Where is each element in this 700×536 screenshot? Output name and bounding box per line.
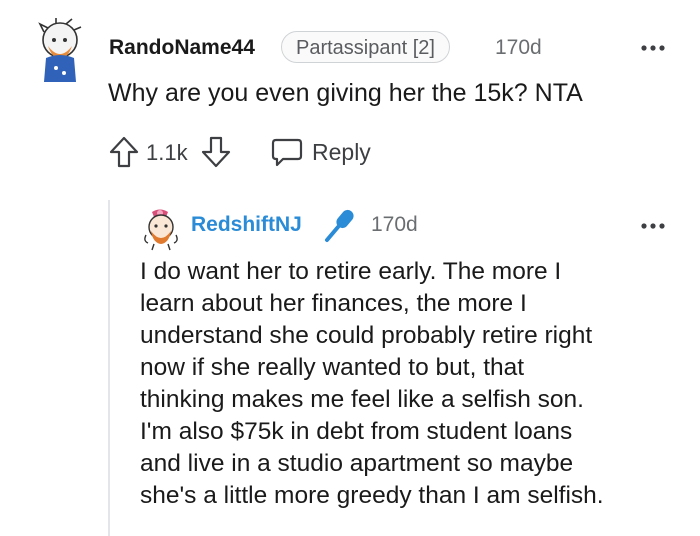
reply-body-line: now if she really wanted to but, that <box>140 354 525 381</box>
reply-avatar[interactable] <box>140 207 182 251</box>
downvote-icon[interactable] <box>200 135 232 169</box>
avatar[interactable] <box>34 18 86 84</box>
comment-body: Why are you even giving her the 15k? NTA <box>108 79 583 107</box>
reply-body-line: she's a little more greedy than I am sel… <box>140 482 604 509</box>
comment-timestamp: 170d <box>495 36 542 59</box>
reply-body-line: learn about her finances, the more I <box>140 290 527 317</box>
comment-username[interactable]: RandoName44 <box>109 36 255 60</box>
reply-body-line: thinking makes me feel like a selfish so… <box>140 386 584 413</box>
thread-line[interactable] <box>108 200 110 536</box>
microphone-icon <box>322 207 358 243</box>
reply-username[interactable]: RedshiftNJ <box>191 213 302 237</box>
comment-bubble-icon <box>270 136 304 168</box>
more-options-icon[interactable] <box>641 40 665 51</box>
user-flair-badge: Partassipant [2] <box>281 31 450 63</box>
vote-score: 1.1k <box>146 140 188 165</box>
reply-body: I do want her to retire early. The more … <box>140 256 670 512</box>
reply-label: Reply <box>312 138 371 165</box>
reply-body-line: I do want her to retire early. The more … <box>140 258 562 285</box>
reply-button[interactable]: Reply <box>270 134 371 170</box>
reply-body-line: understand she could probably retire rig… <box>140 322 593 349</box>
reply-body-line: and live in a studio apartment so maybe <box>140 450 574 477</box>
more-options-icon[interactable] <box>641 218 665 229</box>
reply-timestamp: 170d <box>371 213 418 236</box>
reply-body-line: I'm also $75k in debt from student loans <box>140 418 573 445</box>
upvote-icon[interactable] <box>108 135 140 169</box>
